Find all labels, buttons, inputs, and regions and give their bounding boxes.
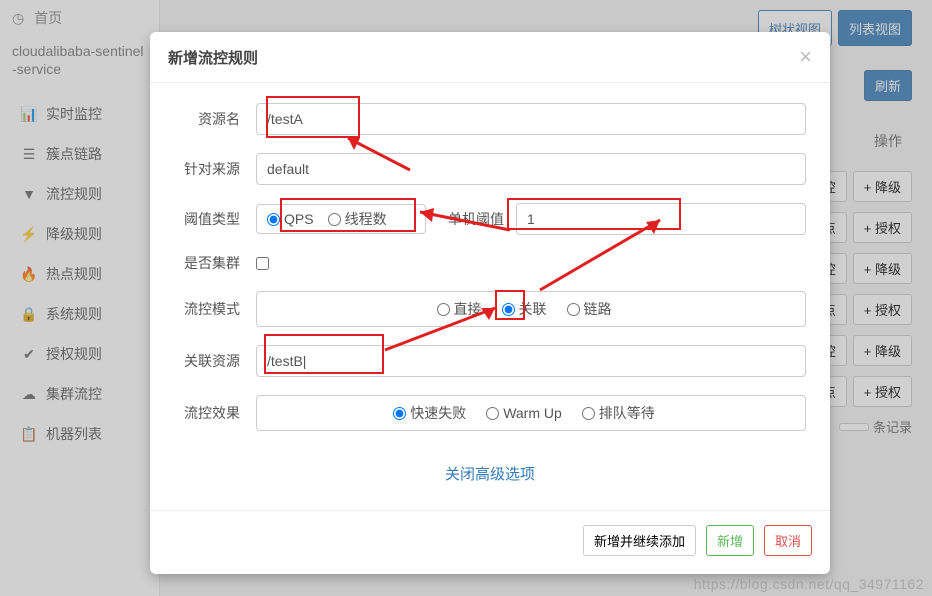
- radio-mode-related[interactable]: 关联: [502, 299, 547, 319]
- label-single-threshold: 单机阈值: [426, 209, 516, 229]
- modal-footer: 新增并继续添加 新增 取消: [150, 510, 830, 574]
- threshold-type-group: QPS 线程数: [256, 204, 426, 234]
- label-mode: 流控模式: [174, 299, 256, 319]
- watermark: https://blog.csdn.net/qq_34971162: [694, 576, 924, 592]
- cancel-button[interactable]: 取消: [764, 525, 812, 556]
- close-advanced-link[interactable]: 关闭高级选项: [445, 466, 535, 483]
- radio-effect-warmup[interactable]: Warm Up: [486, 405, 562, 421]
- label-cluster: 是否集群: [174, 253, 256, 273]
- advanced-toggle: 关闭高级选项: [174, 449, 806, 502]
- cluster-checkbox[interactable]: [256, 257, 269, 270]
- radio-effect-failfast[interactable]: 快速失败: [393, 403, 466, 423]
- mode-group: 直接 关联 链路: [256, 291, 806, 327]
- label-threshold-type: 阈值类型: [174, 209, 256, 229]
- radio-threads[interactable]: 线程数: [328, 209, 387, 229]
- source-input[interactable]: [256, 153, 806, 185]
- modal-header: 新增流控规则 ×: [150, 32, 830, 83]
- label-resource: 资源名: [174, 109, 256, 129]
- radio-qps[interactable]: QPS: [267, 211, 314, 227]
- flow-rule-modal: 新增流控规则 × 资源名 针对来源 阈值类型 QPS 线程数 单机阈值 是否集群…: [150, 32, 830, 574]
- row-effect: 流控效果 快速失败 Warm Up 排队等待: [174, 395, 806, 431]
- row-resource: 资源名: [174, 103, 806, 135]
- row-source: 针对来源: [174, 153, 806, 185]
- resource-input[interactable]: [256, 103, 806, 135]
- add-button[interactable]: 新增: [706, 525, 754, 556]
- radio-mode-chain[interactable]: 链路: [567, 299, 612, 319]
- label-related-resource: 关联资源: [174, 351, 256, 371]
- related-resource-input[interactable]: [256, 345, 806, 377]
- add-continue-button[interactable]: 新增并继续添加: [583, 525, 696, 556]
- modal-body: 资源名 针对来源 阈值类型 QPS 线程数 单机阈值 是否集群 流控模式 直接: [150, 83, 830, 510]
- row-threshold: 阈值类型 QPS 线程数 单机阈值: [174, 203, 806, 235]
- label-effect: 流控效果: [174, 403, 256, 423]
- modal-title: 新增流控规则: [168, 47, 258, 68]
- single-threshold-input[interactable]: [516, 203, 806, 235]
- row-cluster: 是否集群: [174, 253, 806, 273]
- row-related-resource: 关联资源: [174, 345, 806, 377]
- close-icon[interactable]: ×: [799, 46, 812, 68]
- radio-mode-direct[interactable]: 直接: [437, 299, 482, 319]
- effect-group: 快速失败 Warm Up 排队等待: [256, 395, 806, 431]
- radio-effect-queue[interactable]: 排队等待: [582, 403, 655, 423]
- label-source: 针对来源: [174, 159, 256, 179]
- row-mode: 流控模式 直接 关联 链路: [174, 291, 806, 327]
